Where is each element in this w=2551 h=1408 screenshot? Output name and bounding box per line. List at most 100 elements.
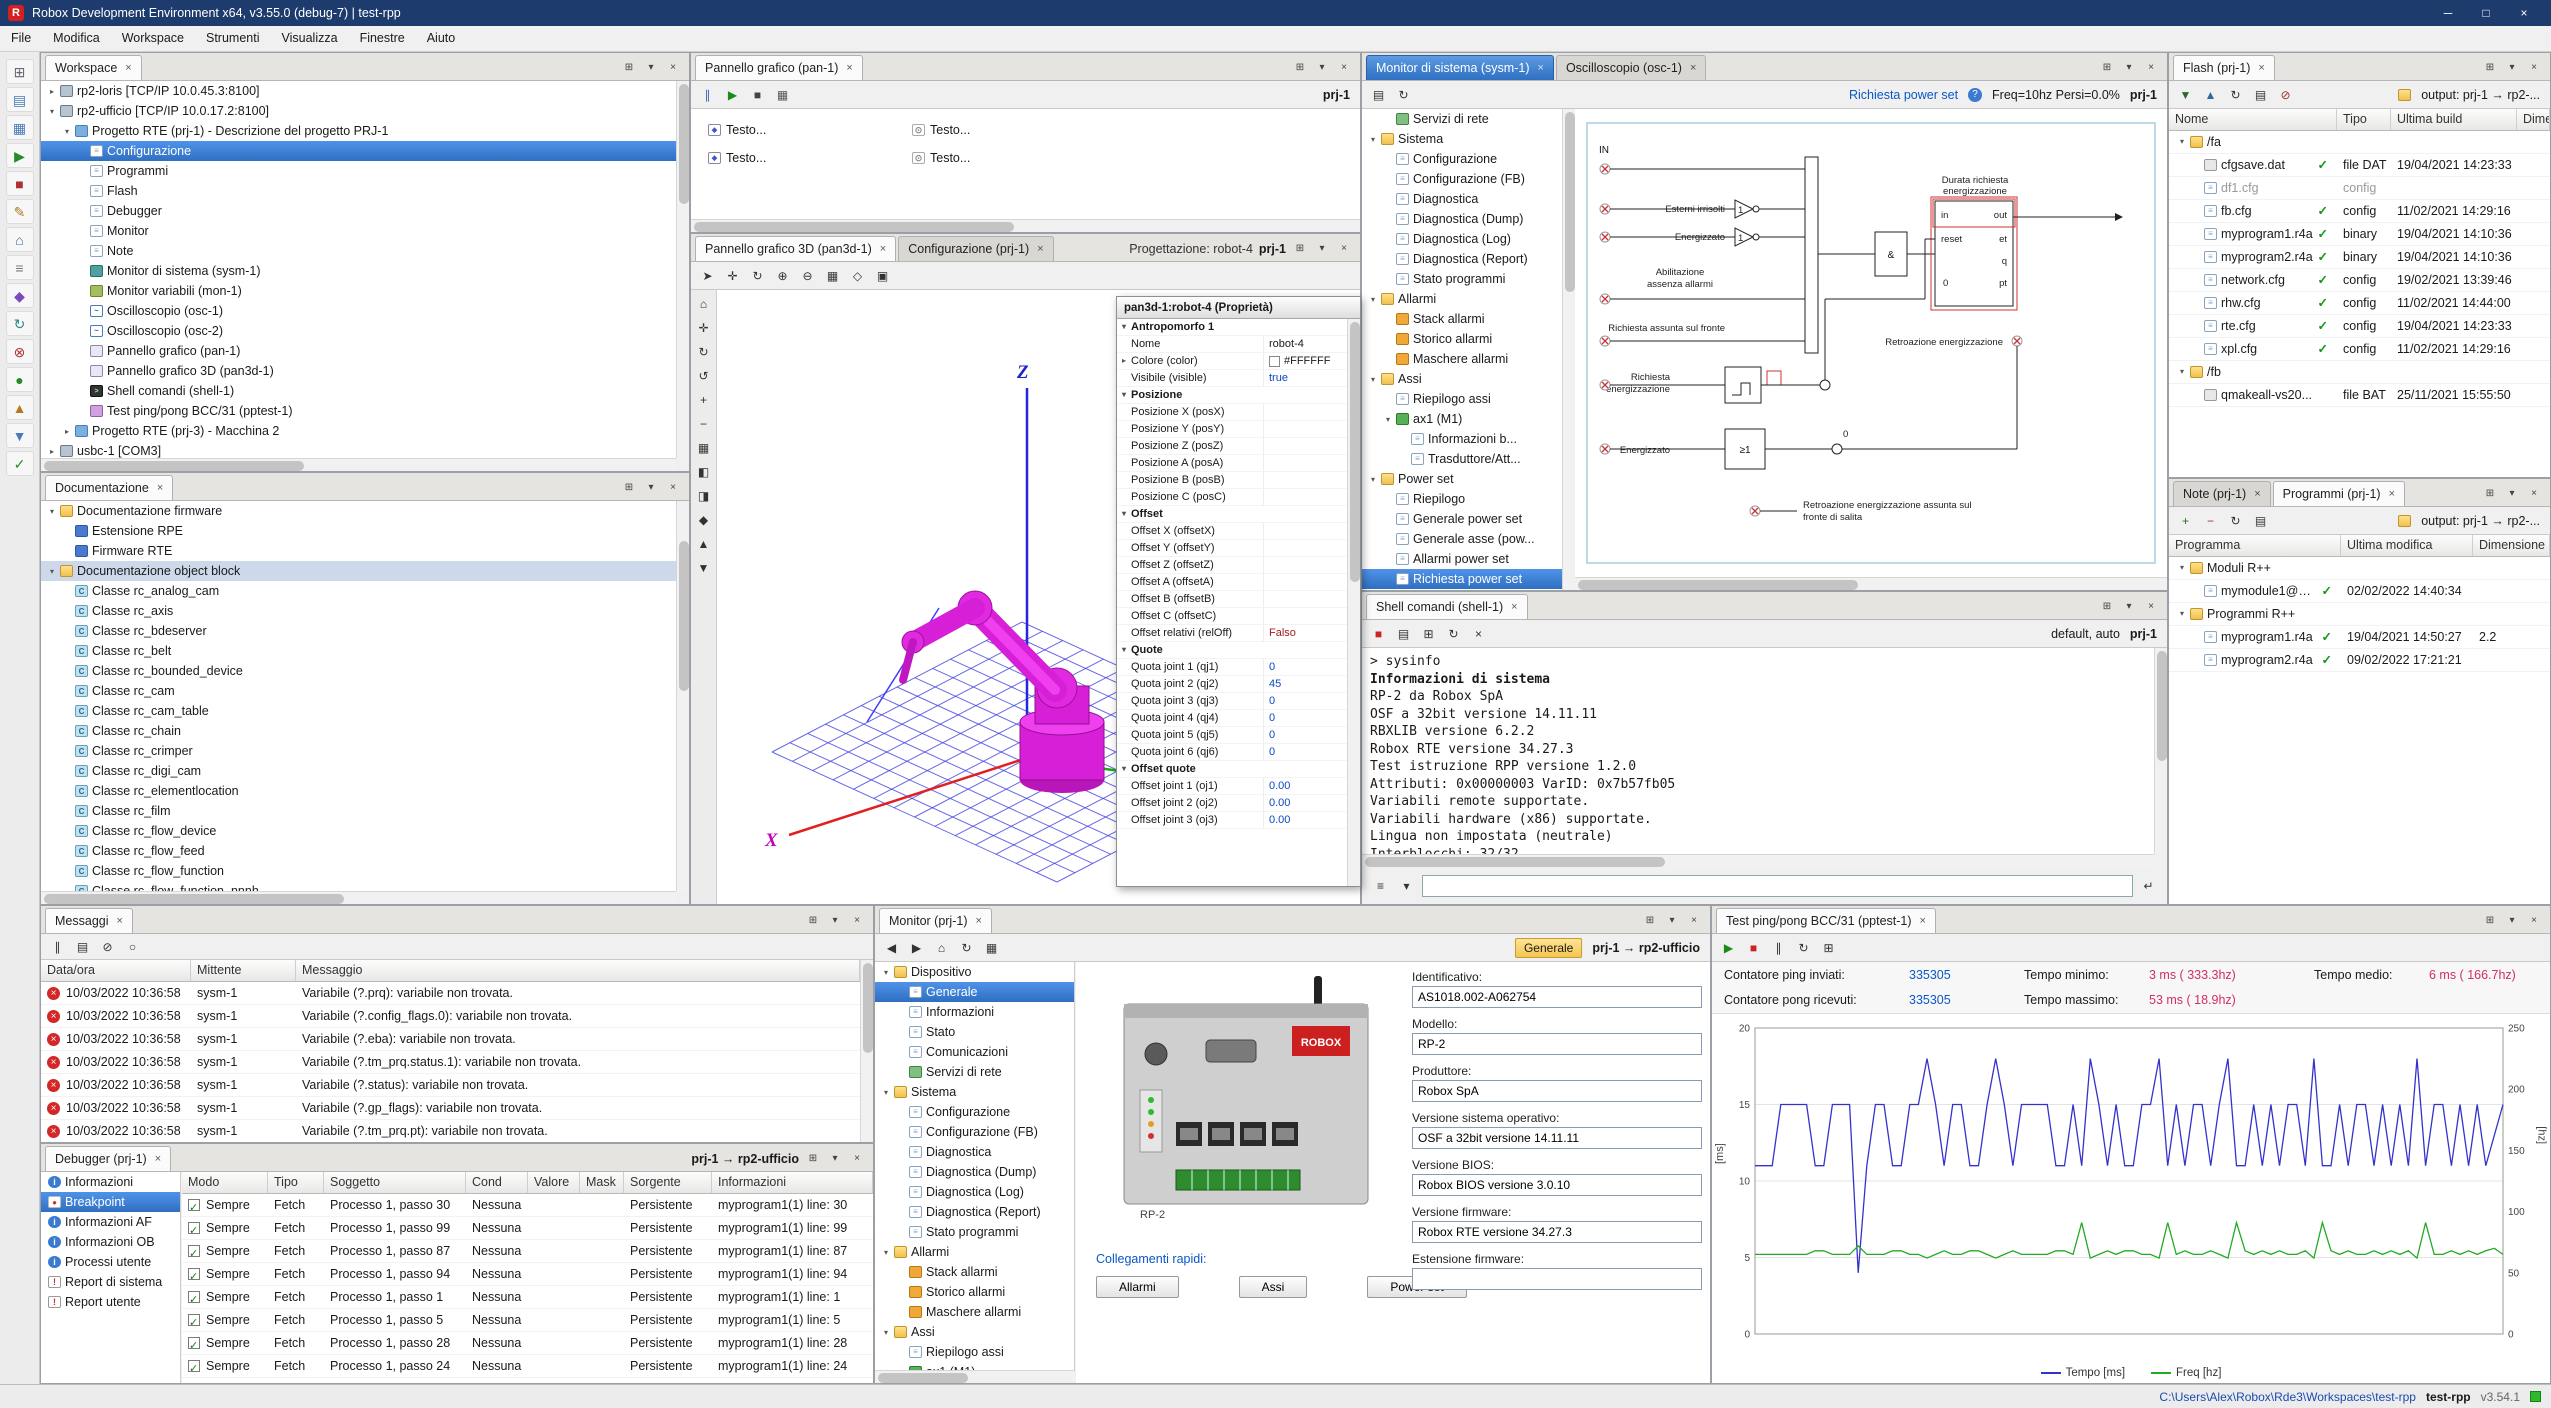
expander-expanded-icon[interactable]: ▾ [2175, 557, 2189, 579]
property-row[interactable]: Offset Z (offsetZ) [1117, 557, 1347, 574]
close-icon[interactable]: × [2526, 486, 2542, 502]
shell-vscrollbar[interactable] [2154, 648, 2167, 854]
column-header-dimensione[interactable]: Dimensione [2473, 535, 2550, 556]
workspace-tree-item[interactable]: Oscilloscopio (osc-2) [41, 321, 676, 341]
tab-messaggi[interactable]: Messaggi× [45, 908, 133, 933]
new-icon[interactable]: ⊞ [6, 59, 34, 84]
message-row[interactable]: ×10/03/2022 10:36:58sysm-1Variabile (?.s… [41, 1074, 860, 1097]
download-icon[interactable]: ▼ [2175, 84, 2196, 105]
monitor-tree-item[interactable]: Riepilogo assi [875, 1342, 1074, 1362]
enter-icon[interactable]: ↵ [2138, 875, 2159, 896]
expander-collapsed-icon[interactable]: ▸ [45, 447, 59, 456]
system-monitor-tree-item[interactable]: Stack allarmi [1362, 309, 1562, 329]
column-header-ultima-build[interactable]: Ultima build [2391, 109, 2517, 130]
refresh-icon[interactable]: ↻ [956, 937, 977, 958]
home-icon[interactable]: ⌂ [931, 937, 952, 958]
documentation-tree-item[interactable]: ▾Documentazione firmware [41, 501, 676, 521]
property-row[interactable]: Offset relativi (relOff)Falso [1117, 625, 1347, 642]
workspace-tree-item[interactable]: Pannello grafico (pan-1) [41, 341, 676, 361]
property-value[interactable]: 0 [1263, 710, 1347, 726]
documentation-tree-item[interactable]: Classe rc_bdeserver [41, 621, 676, 641]
expander-expanded-icon[interactable]: ▾ [45, 507, 59, 516]
property-row[interactable]: Posizione Z (posZ) [1117, 438, 1347, 455]
property-value[interactable]: 0 [1263, 693, 1347, 709]
breakpoint-row[interactable]: SempreFetchProcesso 1, passo 30NessunaPe… [182, 1194, 873, 1217]
workspace-tree-item[interactable]: Test ping/pong BCC/31 (pptest-1) [41, 401, 676, 421]
messages-vscrollbar[interactable] [860, 960, 873, 1142]
property-value[interactable] [1263, 489, 1347, 505]
expander-expanded-icon[interactable]: ▾ [2175, 603, 2189, 625]
expander-expanded-icon[interactable]: ▾ [879, 968, 893, 977]
refresh-icon[interactable]: ↻ [2225, 84, 2246, 105]
search-icon[interactable]: ○ [122, 936, 143, 957]
system-monitor-tree-item[interactable]: Riepilogo assi [1362, 389, 1562, 409]
column-header-mittente[interactable]: Mittente [191, 960, 296, 981]
breakpoint-row[interactable]: SempreFetchProcesso 1, passo 1NessunaPer… [182, 1286, 873, 1309]
orbit-left-icon[interactable]: ↺ [693, 365, 714, 386]
workspace-tree-item[interactable]: Oscilloscopio (osc-1) [41, 301, 676, 321]
debugger-view-processi-utente[interactable]: Processi utente [41, 1252, 180, 1272]
checkbox-checked-icon[interactable] [188, 1199, 200, 1211]
pause-icon[interactable]: ∥ [47, 936, 68, 957]
workspace-hscrollbar[interactable] [41, 458, 676, 471]
close-icon[interactable]: × [157, 482, 163, 494]
zoom-in-icon[interactable]: + [693, 389, 714, 410]
save-icon[interactable]: ▤ [1368, 84, 1389, 105]
monitor-tree-item[interactable]: Generale [875, 982, 1074, 1002]
checkbox-checked-icon[interactable] [188, 1222, 200, 1234]
property-row[interactable]: Posizione A (posA) [1117, 455, 1347, 472]
expander-expanded-icon[interactable]: ▾ [1381, 415, 1395, 424]
monitor-tree-item[interactable]: ▾ax1 (M1) [875, 1362, 1074, 1370]
refresh-icon[interactable]: ↻ [6, 311, 34, 336]
system-monitor-tree-item[interactable]: Allarmi power set [1362, 549, 1562, 569]
workspace-tree-item[interactable]: Monitor di sistema (sysm-1) [41, 261, 676, 281]
view-left-icon[interactable]: ◧ [693, 461, 714, 482]
system-monitor-tree-item[interactable]: Diagnostica (Log) [1362, 229, 1562, 249]
file-row[interactable]: cfgsave.dat✓file DAT19/04/2021 14:23:33 [2169, 154, 2550, 177]
tab-pannello-grafico-3d[interactable]: Pannello grafico 3D (pan3d-1)× [695, 236, 896, 261]
graphic-item[interactable]: Testo... [911, 123, 970, 137]
menu-icon[interactable]: ▾ [2504, 60, 2520, 76]
property-row[interactable]: ▸Colore (color)#FFFFFF [1117, 353, 1347, 370]
property-section[interactable]: ▾Quote [1117, 642, 1347, 659]
property-row[interactable]: Quota joint 2 (qj2)45 [1117, 676, 1347, 693]
pause-icon[interactable]: ∥ [1768, 937, 1789, 958]
workspace-tree-item[interactable]: Configurazione [41, 141, 676, 161]
float-icon[interactable]: ⊞ [2099, 599, 2115, 615]
menu-icon[interactable]: ▾ [1664, 913, 1680, 929]
connect-icon[interactable]: ● [6, 367, 34, 392]
property-row[interactable]: Offset joint 1 (oj1)0.00 [1117, 778, 1347, 795]
monitor-tree-hscrollbar[interactable] [875, 1370, 1075, 1383]
expander-expanded-icon[interactable]: ▾ [1117, 387, 1131, 403]
property-value[interactable]: 0.00 [1263, 812, 1347, 828]
checkbox-checked-icon[interactable] [188, 1337, 200, 1349]
checkbox-checked-icon[interactable] [188, 1314, 200, 1326]
documentation-tree-item[interactable]: Classe rc_film [41, 801, 676, 821]
close-icon[interactable]: × [2526, 913, 2542, 929]
field-input-modello-[interactable] [1412, 1033, 1702, 1055]
start-icon[interactable]: ▶ [1718, 937, 1739, 958]
graphic-item[interactable]: Testo... [911, 151, 970, 165]
file-row[interactable]: network.cfg✓config19/02/2021 13:39:46 [2169, 269, 2550, 292]
property-row[interactable]: Visibile (visible)true [1117, 370, 1347, 387]
checkbox-checked-icon[interactable] [188, 1360, 200, 1372]
menu-aiuto[interactable]: Aiuto [416, 26, 467, 51]
menu-visualizza[interactable]: Visualizza [271, 26, 349, 51]
expander-expanded-icon[interactable]: ▾ [2175, 131, 2189, 153]
rotate-icon[interactable]: ↻ [747, 265, 768, 286]
property-section[interactable]: ▾Offset [1117, 506, 1347, 523]
property-value[interactable]: 0.00 [1263, 778, 1347, 794]
system-monitor-tree-item[interactable]: Servizi di rete [1362, 109, 1562, 129]
documentation-tree-item[interactable]: Classe rc_flow_function [41, 861, 676, 881]
monitor-tree-item[interactable]: Diagnostica (Log) [875, 1182, 1074, 1202]
layout-icon[interactable]: ▦ [981, 937, 1002, 958]
breakpoint-row[interactable]: SempreFetchProcesso 1, passo 99NessunaPe… [182, 1217, 873, 1240]
edit-icon[interactable]: ✎ [6, 199, 34, 224]
monitor-tree-item[interactable]: Diagnostica (Dump) [875, 1162, 1074, 1182]
column-header-data-ora[interactable]: Data/ora [41, 960, 191, 981]
column-header-ultima-modifica[interactable]: Ultima modifica [2341, 535, 2473, 556]
system-monitor-tree-item[interactable]: Generale power set [1362, 509, 1562, 529]
view-bottom-icon[interactable]: ▼ [693, 557, 714, 578]
property-value[interactable] [1263, 455, 1347, 471]
monitor-tree-item[interactable]: Comunicazioni [875, 1042, 1074, 1062]
